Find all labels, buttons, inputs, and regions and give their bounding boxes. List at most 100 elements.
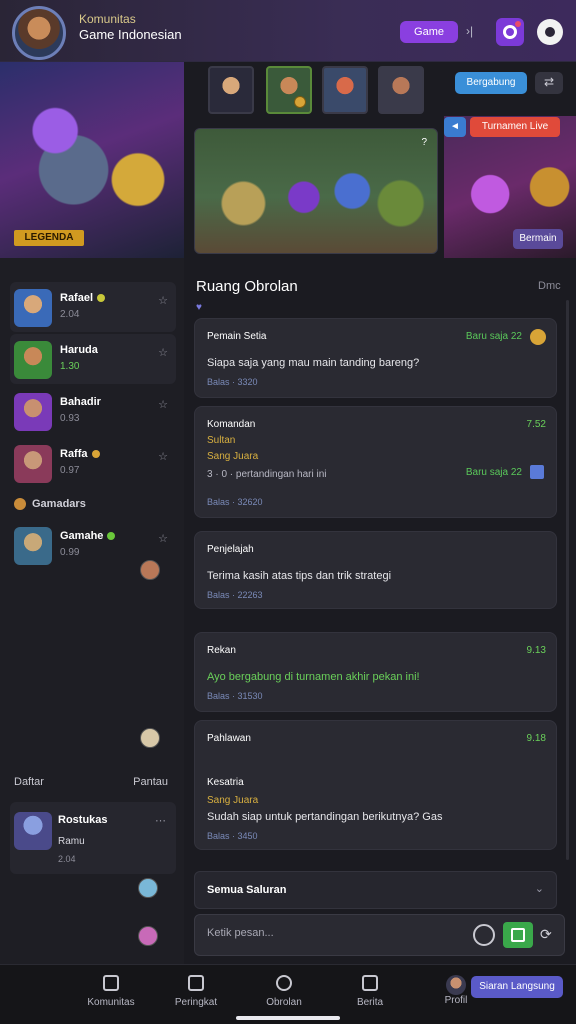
message-meta[interactable]: Balas · 3450: [207, 831, 258, 841]
chat-title: Ruang Obrolan: [196, 278, 298, 295]
home-indicator: [236, 1016, 340, 1020]
card-sub2: 2.04: [58, 854, 76, 864]
dropdown-label: Semua Saluran: [207, 884, 287, 896]
sidebar-item-label: Gamahe: [60, 530, 104, 542]
message-composer: Ketik pesan... ⟳: [194, 914, 565, 956]
coin-icon: [294, 96, 306, 108]
hero-banner[interactable]: LEGENDA: [0, 62, 184, 258]
floating-avatar[interactable]: [138, 926, 158, 946]
sidebar-item-label: Haruda: [60, 344, 98, 356]
more-icon[interactable]: ⋯: [155, 814, 166, 827]
star-icon[interactable]: ☆: [158, 450, 168, 463]
avatar: [14, 393, 52, 431]
nav-label: Berita: [356, 997, 384, 1008]
message-author: Pahlawan: [207, 733, 251, 744]
profile-avatar[interactable]: [12, 6, 66, 60]
team-banner[interactable]: ?: [194, 128, 438, 254]
live-tournament-badge[interactable]: Turnamen Live: [470, 117, 560, 137]
profile-avatar[interactable]: [446, 975, 466, 995]
sidebar-item-sub: 0.99: [60, 547, 80, 558]
star-icon[interactable]: ☆: [158, 532, 168, 545]
message-score: 9.13: [526, 645, 546, 656]
message-meta[interactable]: Balas · 32620: [207, 497, 263, 507]
avatar: [14, 527, 52, 565]
nav-ranking[interactable]: Peringkat: [161, 975, 231, 1008]
section-title: Gamadars: [14, 498, 86, 511]
message-text: 3 · 0 · pertandingan hari ini: [207, 469, 327, 480]
character-thumb-3[interactable]: [322, 66, 368, 114]
notification-icon: [503, 25, 517, 39]
join-button[interactable]: Bergabung: [455, 72, 527, 94]
chat-message[interactable]: Rekan 9.13 Ayo bergabung di turnamen akh…: [194, 632, 557, 712]
notification-button[interactable]: [496, 18, 524, 46]
message-text: Sudah siap untuk pertandingan berikutnya…: [207, 811, 443, 823]
back-badge[interactable]: ◄: [444, 117, 466, 137]
chat-message[interactable]: Komandan 7.52 Sultan Sang Juara 3 · 0 · …: [194, 406, 557, 518]
pill-arrow-icon[interactable]: ›|: [466, 24, 473, 38]
character-thumb-4[interactable]: [378, 66, 424, 114]
nav-label: Komunitas: [87, 997, 135, 1008]
chat-icon: [276, 975, 292, 991]
nav-label: Obrolan: [266, 997, 302, 1008]
star-icon[interactable]: ☆: [158, 398, 168, 411]
character-thumb-1[interactable]: [208, 66, 254, 114]
message-meta[interactable]: Balas · 31530: [207, 691, 263, 701]
card-name: Rostukas: [58, 814, 108, 826]
message-text: Ayo bergabung di turnamen akhir pekan in…: [207, 671, 420, 683]
user-icon: [545, 27, 555, 37]
floating-avatar[interactable]: [140, 560, 160, 580]
nav-community[interactable]: Komunitas: [76, 975, 146, 1008]
star-icon[interactable]: ☆: [158, 346, 168, 359]
footer-link-right[interactable]: Pantau: [133, 776, 168, 788]
nav-chat[interactable]: Obrolan: [249, 975, 319, 1008]
message-author: Kesatria: [207, 777, 244, 788]
live-broadcast-button[interactable]: Siaran Langsung: [471, 976, 563, 998]
sidebar-item-raffa[interactable]: Raffa 0.97 ☆: [10, 438, 176, 488]
avatar: [14, 445, 52, 483]
floating-avatar[interactable]: [140, 728, 160, 748]
message-time: Baru saja 22: [465, 467, 522, 478]
message-badge: Sultan: [207, 435, 236, 446]
message-badge: Sang Juara: [207, 451, 259, 462]
star-icon[interactable]: ☆: [158, 294, 168, 307]
message-meta[interactable]: Balas · 22263: [207, 590, 263, 600]
sidebar-item-haruda[interactable]: Haruda 1.30 ☆: [10, 334, 176, 384]
message-meta[interactable]: Balas · 3320: [207, 377, 258, 387]
floating-avatar[interactable]: [138, 878, 158, 898]
chat-header-action[interactable]: Dmc: [538, 280, 561, 292]
header-subtitle: Komunitas: [79, 12, 136, 26]
message-input[interactable]: Ketik pesan...: [207, 927, 274, 939]
sidebar-item-rafael[interactable]: Rafael 2.04 ☆: [10, 282, 176, 332]
game-pill-button[interactable]: Game: [400, 21, 458, 43]
send-button[interactable]: [503, 922, 533, 948]
sidebar-item-sub: 2.04: [60, 309, 80, 320]
message-score: 7.52: [526, 419, 546, 430]
hero-badge: LEGENDA: [14, 230, 84, 246]
news-icon: [362, 975, 378, 991]
chat-scrollbar[interactable]: [566, 300, 569, 860]
refresh-icon[interactable]: ⟳: [540, 926, 552, 943]
sidebar-card[interactable]: Rostukas Ramu 2.04 ⋯: [10, 802, 176, 874]
footer-link-left[interactable]: Daftar: [14, 776, 44, 788]
character-thumb-2[interactable]: [266, 66, 312, 114]
ranking-icon: [188, 975, 204, 991]
chat-message[interactable]: Pemain Setia Baru saja 22 Siapa saja yan…: [194, 318, 557, 398]
notification-dot: [515, 21, 521, 27]
attach-icon[interactable]: [473, 924, 495, 946]
sidebar-item-bahadir[interactable]: Bahadir 0.93 ☆: [10, 386, 176, 436]
card-sub: Ramu: [58, 836, 85, 847]
channel-dropdown[interactable]: Semua Saluran ⌄: [194, 871, 557, 909]
message-author: Penjelajah: [207, 544, 254, 555]
user-menu-button[interactable]: [537, 19, 563, 45]
message-author: Pemain Setia: [207, 331, 267, 342]
avatar: [14, 341, 52, 379]
nav-news[interactable]: Berita: [335, 975, 405, 1008]
message-text: Siapa saja yang mau main tanding bareng?: [207, 357, 420, 369]
chat-message[interactable]: Pahlawan 9.18 Kesatria Sang Juara Sudah …: [194, 720, 557, 850]
play-button[interactable]: Bermain: [513, 229, 563, 249]
swap-button[interactable]: ⇄: [535, 72, 563, 94]
message-author: Komandan: [207, 419, 256, 430]
emoji-icon[interactable]: [530, 329, 546, 345]
chat-message[interactable]: Penjelajah Terima kasih atas tips dan tr…: [194, 531, 557, 609]
sidebar-item-sub: 0.97: [60, 465, 80, 476]
